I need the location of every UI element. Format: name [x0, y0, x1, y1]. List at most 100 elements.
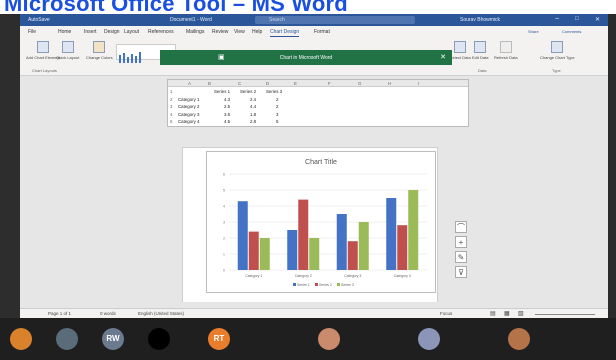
web-layout-icon[interactable]: ▧: [518, 310, 524, 317]
edit-data-label: Edit Data: [472, 55, 489, 60]
quick-layout-icon: [61, 41, 74, 53]
document-page[interactable]: Chart Title 0 1 2 3 4 5 6 Category 1 Category 2 Ca…: [182, 147, 438, 311]
sheet-cell[interactable]: 3: [276, 112, 278, 117]
change-colors-button[interactable]: Change Colors: [86, 41, 113, 60]
sheet-col-header[interactable]: D: [266, 81, 269, 86]
sheet-row-number[interactable]: 1: [170, 89, 172, 94]
comments-button[interactable]: Comments: [562, 29, 581, 34]
group-data: Data: [478, 68, 487, 73]
sheet-cell[interactable]: Series 3: [266, 89, 282, 94]
chart-filters-icon[interactable]: ⊽: [455, 266, 467, 278]
sheet-cell[interactable]: Series 2: [240, 89, 256, 94]
tab-format[interactable]: Format: [314, 29, 330, 35]
language[interactable]: English (United States): [138, 311, 184, 316]
quick-layout-button[interactable]: Quick Layout: [56, 41, 79, 60]
share-button[interactable]: Share: [528, 29, 539, 34]
sheet-col-header[interactable]: C: [238, 81, 241, 86]
sheet-cell[interactable]: 4.3: [224, 97, 230, 102]
chart-frame[interactable]: Chart Title 0 1 2 3 4 5 6 Category 1 Category 2 Ca…: [206, 151, 436, 293]
participant-avatar[interactable]: [56, 328, 78, 350]
sheet-col-header[interactable]: B: [208, 81, 211, 86]
tab-file[interactable]: File: [28, 29, 36, 35]
tab-chart-design[interactable]: Chart Design: [270, 29, 300, 37]
sheet-cell[interactable]: 2.4: [250, 97, 256, 102]
sheet-col-header[interactable]: E: [294, 81, 297, 86]
sheet-col-header[interactable]: I: [418, 81, 419, 86]
participant-avatar[interactable]: [508, 328, 530, 350]
sheet-row-number[interactable]: 2: [170, 97, 172, 102]
sheet-row-number[interactable]: 4: [170, 112, 172, 117]
sheet-cell[interactable]: 3.5: [224, 112, 230, 117]
participant-avatar[interactable]: [418, 328, 440, 350]
y-tick-label: 0: [223, 269, 225, 273]
chart-data-sheet[interactable]: A B C D E F G H I 1 Series 1 Series 2 Series 3 2 Categ…: [167, 79, 469, 127]
select-data-button[interactable]: Select Data: [450, 41, 471, 60]
chart-data-window-titlebar[interactable]: ▣ Chart in Microsoft Word ✕: [160, 50, 452, 65]
chart-styles-icon[interactable]: ✎: [455, 251, 467, 263]
sheet-cell[interactable]: 1.8: [250, 112, 256, 117]
sheet-col-header[interactable]: A: [188, 81, 191, 86]
layout-options-icon[interactable]: ⌒: [455, 221, 467, 233]
sheet-col-header[interactable]: F: [328, 81, 331, 86]
chart-side-tools: ⌒ + ✎ ⊽: [455, 221, 469, 281]
restore-icon[interactable]: □: [575, 16, 579, 22]
column-chart[interactable]: Chart Title 0 1 2 3 4 5 6 Category 1 Category 2 Ca…: [207, 152, 435, 292]
participant-avatar[interactable]: RW: [102, 328, 124, 350]
participant-avatar[interactable]: [318, 328, 340, 350]
sheet-column-header: [168, 80, 468, 87]
participant-avatar[interactable]: [10, 328, 32, 350]
sheet-cell[interactable]: 4.5: [224, 119, 230, 124]
word-count[interactable]: 0 words: [100, 311, 116, 316]
sheet-cell[interactable]: Category 1: [178, 97, 199, 102]
y-tick-label: 6: [223, 173, 225, 177]
sheet-col-header[interactable]: G: [358, 81, 361, 86]
tab-help[interactable]: Help: [252, 29, 262, 35]
close-icon[interactable]: ✕: [595, 16, 600, 23]
focus-mode[interactable]: Focus: [440, 311, 452, 316]
group-chart-layouts: Chart Layouts: [32, 68, 57, 73]
sheet-cell[interactable]: 2.5: [224, 104, 230, 109]
sheet-cell[interactable]: 2: [276, 97, 278, 102]
sheet-row-number[interactable]: 5: [170, 119, 172, 124]
change-chart-type-button[interactable]: Change Chart Type: [540, 41, 575, 60]
sheet-cell[interactable]: 2: [276, 104, 278, 109]
add-chart-element-button[interactable]: Add Chart Element: [26, 41, 60, 60]
sheet-cell[interactable]: Category 2: [178, 104, 199, 109]
tab-insert[interactable]: Insert: [84, 29, 97, 35]
x-category-label: Category 1: [245, 274, 262, 278]
tab-view[interactable]: View: [234, 29, 245, 35]
chart-elements-icon[interactable]: +: [455, 236, 467, 248]
sheet-cell[interactable]: 2.8: [250, 119, 256, 124]
sheet-row-number[interactable]: 3: [170, 104, 172, 109]
legend-swatch: [337, 283, 340, 286]
tab-review[interactable]: Review: [212, 29, 228, 35]
x-category-label: Category 2: [295, 274, 312, 278]
sheet-cell[interactable]: Category 3: [178, 112, 199, 117]
tab-home[interactable]: Home: [58, 29, 71, 35]
tab-design[interactable]: Design: [104, 29, 120, 35]
y-tick-label: 4: [223, 205, 225, 209]
zoom-slider[interactable]: [535, 314, 595, 315]
tab-references[interactable]: References: [148, 29, 174, 35]
sheet-cell[interactable]: 5: [276, 119, 278, 124]
search-box[interactable]: Search: [255, 16, 415, 24]
group-type: Type: [552, 68, 561, 73]
user-name[interactable]: Sourav Bhowmick: [460, 17, 500, 23]
sheet-cell[interactable]: Category 4: [178, 119, 199, 124]
tab-mailings[interactable]: Mailings: [186, 29, 204, 35]
print-layout-icon[interactable]: ▦: [504, 310, 510, 317]
participant-avatar[interactable]: [148, 328, 170, 350]
refresh-data-button[interactable]: Refresh Data: [494, 41, 518, 60]
read-mode-icon[interactable]: ▤: [490, 310, 496, 317]
autosave-label[interactable]: AutoSave: [28, 17, 50, 23]
sheet-cell[interactable]: 4.4: [250, 104, 256, 109]
sheet-col-header[interactable]: H: [388, 81, 391, 86]
minimize-icon[interactable]: –: [555, 15, 559, 22]
edit-data-button[interactable]: Edit Data: [472, 41, 488, 60]
chart-window-close-icon[interactable]: ✕: [440, 53, 446, 61]
sheet-cell[interactable]: Series 1: [214, 89, 230, 94]
tab-layout[interactable]: Layout: [124, 29, 139, 35]
page-count[interactable]: Page 1 of 1: [48, 311, 71, 316]
bar-series-1: [287, 230, 298, 270]
participant-avatar[interactable]: RT: [208, 328, 230, 350]
